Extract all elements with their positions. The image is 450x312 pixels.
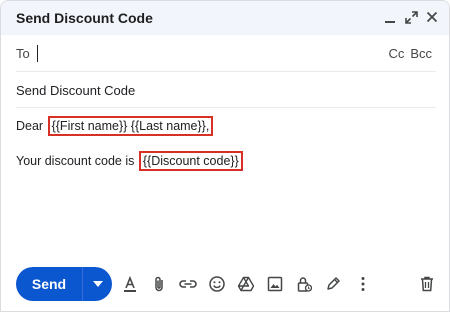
confidential-lock-icon[interactable] — [294, 274, 314, 294]
body-line-discount[interactable]: Your discount code is {{Discount code}} — [16, 151, 243, 171]
drive-icon[interactable] — [236, 274, 256, 294]
chevron-down-icon — [92, 281, 103, 287]
trash-icon[interactable] — [417, 274, 437, 294]
body-line-greeting[interactable]: Dear {{First name}} {{Last name}}, — [16, 116, 214, 136]
compose-window: Send Discount Code To Cc Bcc Send Discou… — [0, 0, 450, 312]
compose-title: Send Discount Code — [16, 10, 153, 26]
link-icon[interactable] — [178, 274, 198, 294]
close-icon[interactable] — [425, 9, 439, 25]
emoji-icon[interactable] — [207, 274, 227, 294]
bcc-link[interactable]: Bcc — [410, 46, 432, 61]
subject-text: Send Discount Code — [16, 83, 136, 98]
greeting-text: Dear — [16, 119, 47, 133]
name-placeholder-highlight: {{First name}} {{Last name}}, — [47, 116, 214, 136]
photo-icon[interactable] — [265, 274, 285, 294]
attach-icon[interactable] — [149, 274, 169, 294]
send-button[interactable]: Send — [16, 276, 82, 292]
cc-link[interactable]: Cc — [388, 46, 404, 61]
more-options-icon[interactable] — [353, 274, 373, 294]
compose-header: Send Discount Code — [1, 1, 449, 35]
window-controls — [383, 9, 439, 25]
format-text-icon[interactable] — [120, 274, 140, 294]
send-button-group: Send — [16, 267, 112, 301]
cc-bcc-group: Cc Bcc — [388, 46, 432, 61]
minimize-icon[interactable] — [383, 9, 397, 25]
signature-pen-icon[interactable] — [323, 274, 343, 294]
text-cursor — [37, 45, 38, 62]
to-label: To — [16, 46, 30, 61]
subject-field[interactable]: Send Discount Code — [16, 72, 436, 108]
discount-placeholder-highlight: {{Discount code}} — [138, 151, 243, 171]
compose-toolbar: Send — [1, 263, 449, 307]
discount-text: Your discount code is — [16, 154, 138, 168]
expand-icon[interactable] — [404, 9, 418, 25]
schedule-send-dropdown[interactable] — [83, 267, 112, 301]
send-divider — [82, 267, 83, 301]
to-field-row[interactable]: To Cc Bcc — [16, 36, 436, 72]
